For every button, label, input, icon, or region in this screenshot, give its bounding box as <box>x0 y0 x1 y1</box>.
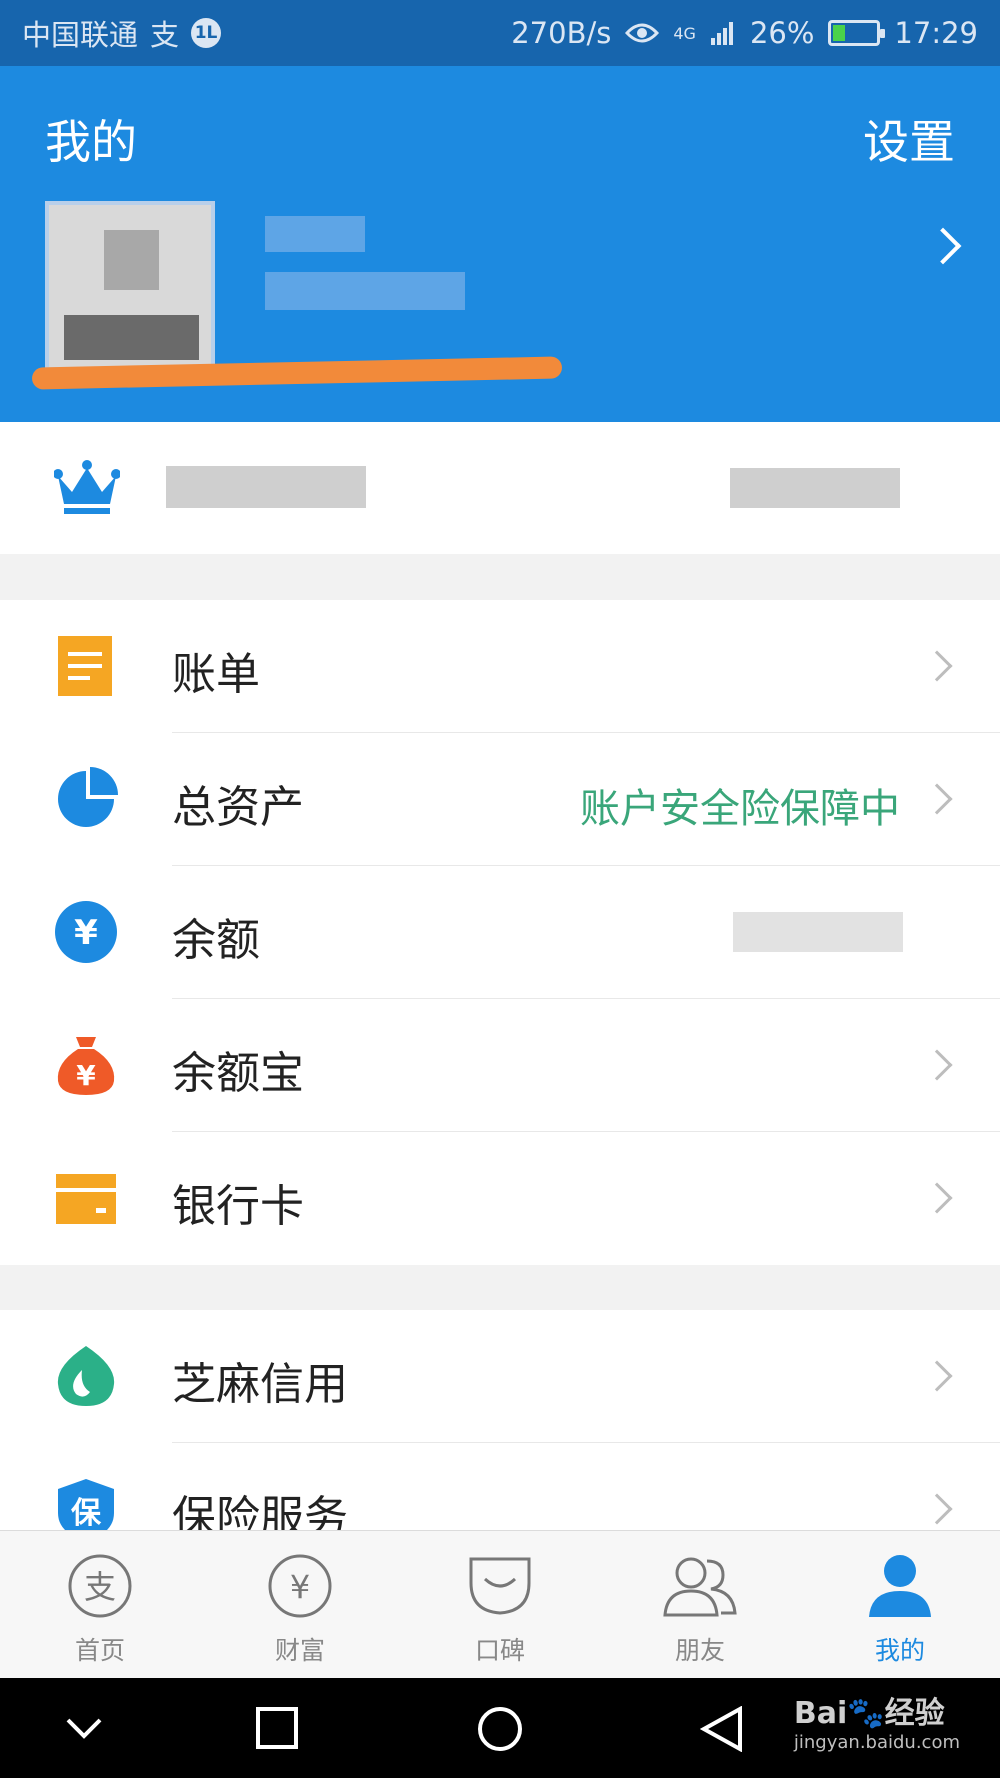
page-title: 我的 <box>45 115 137 169</box>
menu-item-total-assets[interactable]: 总资产 账户安全险保障中 <box>0 733 1000 866</box>
yuan-coin-icon: ¥ <box>55 901 117 963</box>
status-bar: 中国联通 支 1L 270B/s 4G 26% 17:29 <box>0 0 1000 66</box>
redacted-member-level <box>166 466 366 508</box>
tab-home[interactable]: 支 首页 <box>0 1531 200 1678</box>
tab-wealth[interactable]: ¥ 财富 <box>200 1531 400 1678</box>
notification-badge: 1L <box>191 18 222 48</box>
tab-label: 首页 <box>74 1636 125 1665</box>
redacted-balance <box>733 912 903 952</box>
svg-text:保: 保 <box>71 1496 102 1530</box>
chevron-right-icon <box>921 650 953 682</box>
svg-text:支: 支 <box>84 1568 116 1606</box>
screen: 中国联通 支 1L 270B/s 4G 26% 17:29 我的 设置 账单 总… <box>0 0 1000 1778</box>
network-type: 4G <box>673 23 696 43</box>
chevron-right-icon <box>921 1049 953 1081</box>
pie-chart-icon <box>58 767 118 827</box>
tab-label: 财富 <box>274 1636 325 1665</box>
tab-label: 我的 <box>874 1636 925 1665</box>
sesame-credit-icon <box>57 1346 115 1406</box>
money-bag-icon: ¥ <box>57 1037 115 1095</box>
alipay-notification-icon: 支 <box>150 18 180 52</box>
system-nav-bar: Bai🐾经验 jingyan.baidu.com <box>0 1678 1000 1778</box>
menu-item-label: 保险服务 <box>172 1492 348 1530</box>
menu-item-bill[interactable]: 账单 <box>0 600 1000 733</box>
battery-percent: 26% <box>749 16 815 50</box>
tab-koubei[interactable]: 口碑 <box>400 1531 600 1678</box>
menu-item-label: 银行卡 <box>172 1181 304 1232</box>
carrier-label: 中国联通 <box>22 18 139 52</box>
network-speed: 270B/s <box>511 16 612 50</box>
settings-button[interactable]: 设置 <box>863 106 955 172</box>
menu-item-balance[interactable]: ¥ 余额 <box>0 866 1000 999</box>
profile-header: 我的 设置 <box>0 66 1000 422</box>
redacted-member-points <box>730 468 900 508</box>
battery-icon <box>828 20 886 46</box>
friends-icon <box>663 1557 737 1617</box>
home-circle-icon[interactable] <box>477 1706 523 1752</box>
menu-item-label: 总资产 <box>172 782 304 833</box>
chevron-right-icon <box>921 1182 953 1214</box>
signal-icon <box>710 22 733 45</box>
bank-card-icon <box>56 1174 116 1224</box>
koubei-icon <box>469 1557 531 1615</box>
menu-item-label: 余额宝 <box>172 1048 304 1099</box>
tab-label: 朋友 <box>674 1636 725 1665</box>
clock: 17:29 <box>894 16 978 50</box>
menu-section-assets: 账单 总资产 账户安全险保障中 ¥ 余额 ¥ 余额宝 银行卡 <box>0 600 1000 1265</box>
baidu-watermark: Bai🐾经验 jingyan.baidu.com <box>794 1688 960 1753</box>
eye-icon <box>625 23 660 43</box>
svg-text:¥: ¥ <box>290 1568 310 1606</box>
menu-item-label: 账单 <box>172 649 260 700</box>
chevron-right-icon <box>921 783 953 815</box>
redacted-name <box>265 216 365 252</box>
watermark-url: jingyan.baidu.com <box>793 1732 960 1753</box>
menu-item-yuebao[interactable]: ¥ 余额宝 <box>0 999 1000 1132</box>
menu-section-credit: 芝麻信用 保 保险服务 <box>0 1310 1000 1530</box>
menu-item-sesame-credit[interactable]: 芝麻信用 <box>0 1310 1000 1443</box>
insurance-status-text: 账户安全险保障中 <box>580 786 900 832</box>
avatar[interactable] <box>45 201 215 371</box>
bottom-tab-bar: 支 首页 ¥ 财富 口碑 朋友 我的 <box>0 1530 1000 1678</box>
chevron-right-icon <box>921 1493 953 1525</box>
yuan-circle-icon: ¥ <box>268 1554 332 1618</box>
bill-icon <box>58 636 112 696</box>
menu-item-label: 余额 <box>172 915 260 966</box>
chevron-down-icon[interactable] <box>62 1706 106 1750</box>
chevron-right-icon <box>921 1360 953 1392</box>
tab-label: 口碑 <box>474 1636 525 1665</box>
svg-text:¥: ¥ <box>74 913 98 953</box>
crown-icon <box>54 460 120 514</box>
recents-square-icon[interactable] <box>255 1706 299 1750</box>
tab-friends[interactable]: 朋友 <box>600 1531 800 1678</box>
menu-item-bank-card[interactable]: 银行卡 <box>0 1132 1000 1265</box>
back-triangle-icon[interactable] <box>700 1706 744 1752</box>
membership-row[interactable] <box>0 422 1000 554</box>
person-icon <box>869 1555 931 1617</box>
redacted-account <box>265 272 465 310</box>
menu-item-insurance[interactable]: 保 保险服务 <box>0 1443 1000 1530</box>
tab-mine[interactable]: 我的 <box>800 1531 1000 1678</box>
svg-text:¥: ¥ <box>76 1059 96 1092</box>
menu-item-label: 芝麻信用 <box>172 1359 348 1410</box>
watermark-brand: Bai🐾经验 <box>793 1696 945 1731</box>
alipay-home-icon: 支 <box>68 1554 132 1618</box>
chevron-right-icon[interactable] <box>924 227 962 265</box>
insurance-shield-icon: 保 <box>58 1479 114 1530</box>
